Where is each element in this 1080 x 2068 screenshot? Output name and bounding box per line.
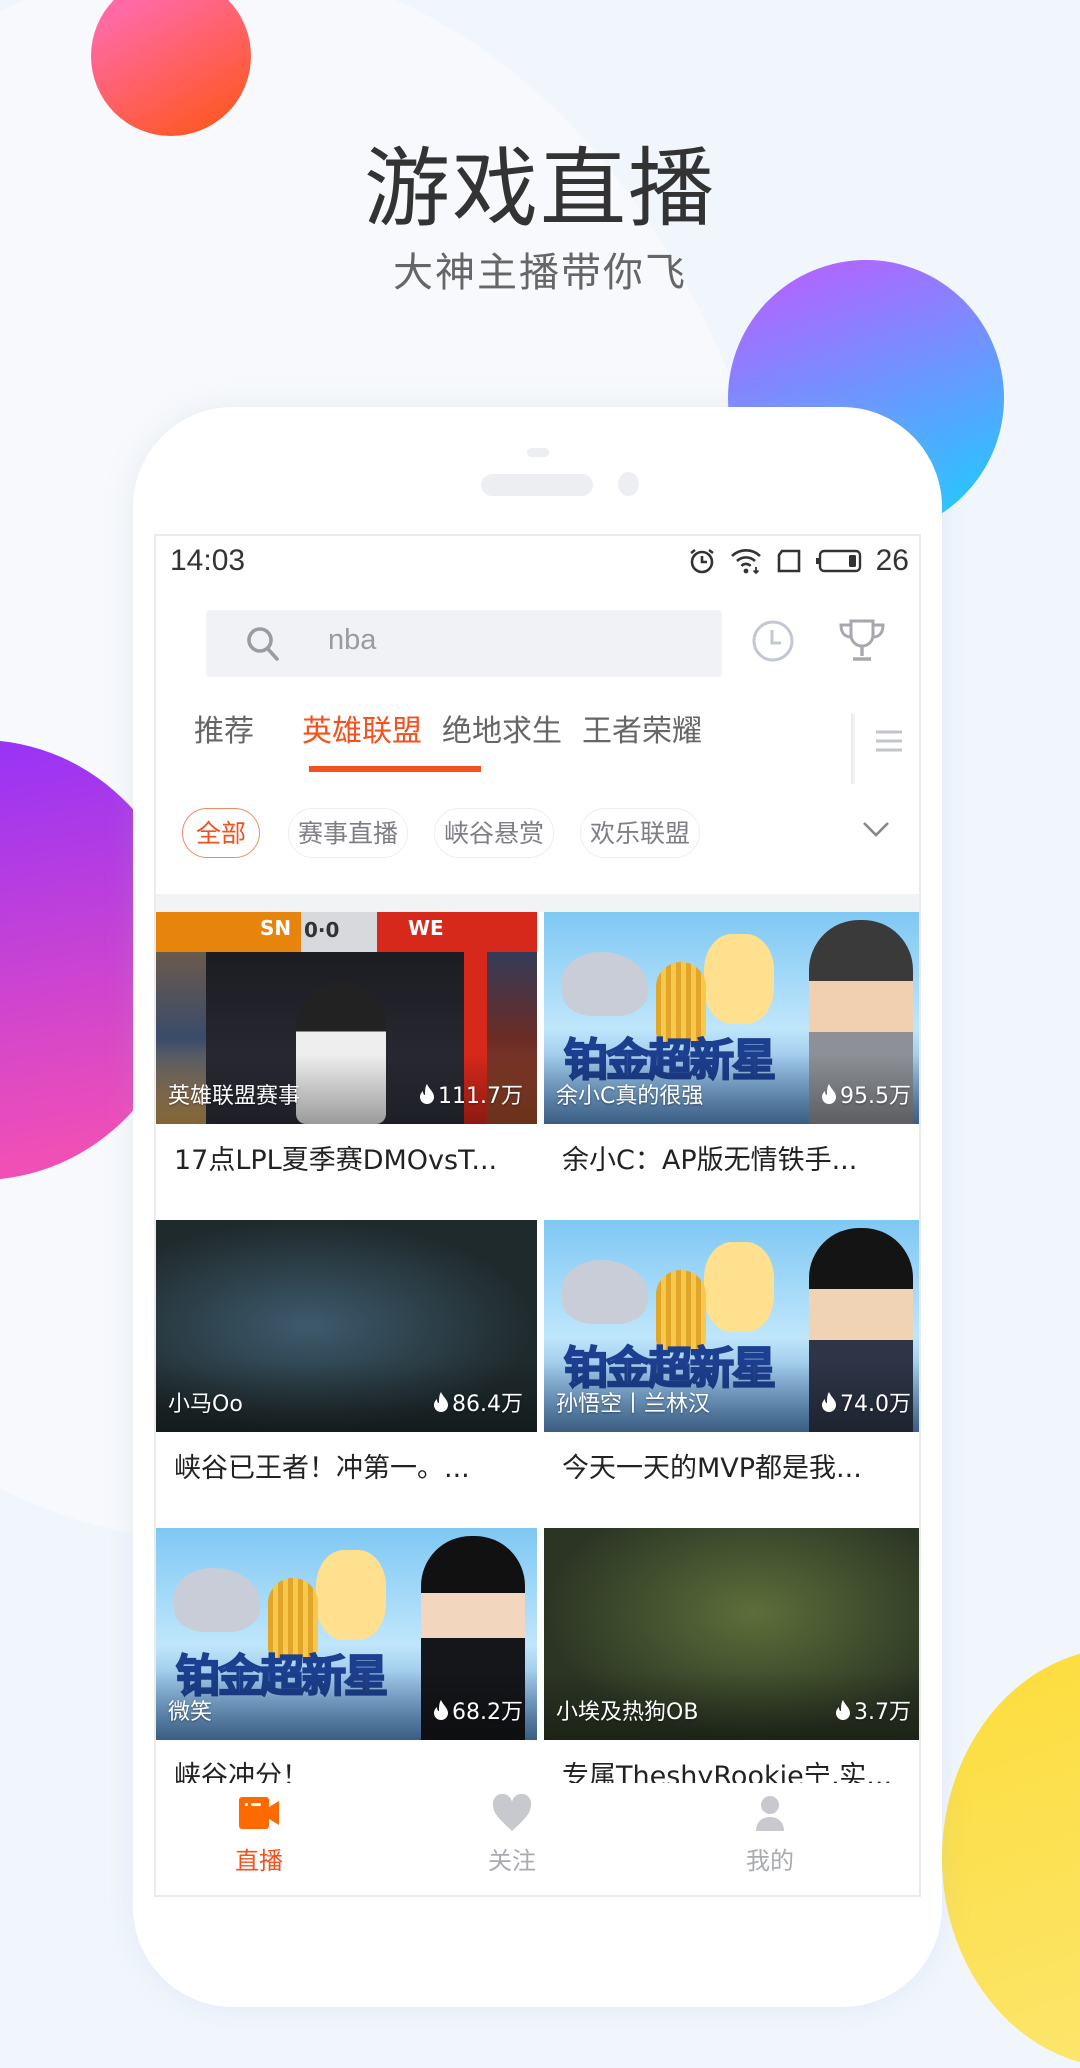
status-time: 14:03 xyxy=(170,544,246,577)
search-value: nba xyxy=(328,624,377,656)
view-count: 68.2万 xyxy=(434,1694,523,1726)
phone-camera xyxy=(618,472,639,496)
profile-icon xyxy=(756,1796,784,1831)
tab-pubg[interactable]: 绝地求生 xyxy=(442,706,562,750)
anchor-name: 英雄联盟赛事 xyxy=(168,1084,301,1109)
flame-icon xyxy=(822,1392,836,1412)
view-count: 86.4万 xyxy=(434,1386,523,1418)
stream-thumbnail: 铂金超新星 余小C真的很强 95.5万 xyxy=(544,912,919,1124)
stream-thumbnail: 铂金超新星 微笑 68.2万 xyxy=(156,1528,537,1740)
view-count: 95.5万 xyxy=(822,1078,911,1110)
nav-mine[interactable]: 我的 xyxy=(710,1793,830,1876)
team-right-label: WE xyxy=(408,916,444,940)
search-icon xyxy=(247,627,279,661)
filter-chips: 全部 赛事直播 峡谷悬赏 欢乐联盟 xyxy=(156,808,919,864)
battery-icon xyxy=(815,549,861,573)
chip-bounty[interactable]: 峡谷悬赏 xyxy=(434,808,554,858)
stream-title: 今天一天的MVP都是我... xyxy=(562,1453,862,1484)
thumbnail-art xyxy=(316,1550,386,1640)
phone-speaker xyxy=(481,474,593,496)
tab-recommend[interactable]: 推荐 xyxy=(194,706,254,750)
stream-card[interactable]: 铂金超新星 余小C真的很强 95.5万 余小C：AP版无情铁手... xyxy=(544,912,919,1222)
nav-mine-label: 我的 xyxy=(746,1847,794,1875)
status-bar: 14:03 26 xyxy=(156,536,919,586)
nav-live-label: 直播 xyxy=(235,1847,283,1875)
team-left-label: SN xyxy=(260,916,292,940)
clock-icon[interactable] xyxy=(750,618,796,664)
live-camera-icon xyxy=(239,1797,279,1829)
wifi-icon xyxy=(730,549,761,575)
tab-honor-of-kings[interactable]: 王者荣耀 xyxy=(582,706,702,750)
thumbnail-art xyxy=(704,934,774,1024)
decor-circle-yellow xyxy=(942,1648,1080,2068)
phone-sensor xyxy=(527,448,549,457)
active-tab-indicator xyxy=(309,766,481,772)
phone-screen: 14:03 26 nba 推荐 英雄联盟 绝地求生 王者荣耀 全部 赛事直播 峡… xyxy=(154,534,921,1897)
chip-tournament[interactable]: 赛事直播 xyxy=(288,808,408,858)
heart-icon xyxy=(492,1793,532,1831)
thumbnail-art xyxy=(562,1260,648,1324)
view-count: 111.7万 xyxy=(420,1078,523,1110)
alarm-icon xyxy=(689,549,714,574)
sim-icon xyxy=(777,549,800,573)
stream-card[interactable]: SN 0·0 WE 英雄联盟赛事 111.7万 17点LPL夏季赛DMOvsT.… xyxy=(156,912,537,1222)
chip-fun-league[interactable]: 欢乐联盟 xyxy=(580,808,700,858)
section-divider xyxy=(156,894,919,912)
anchor-name: 小马Oo xyxy=(168,1392,243,1417)
menu-icon[interactable] xyxy=(874,728,904,754)
stream-title: 余小C：AP版无情铁手... xyxy=(562,1145,858,1176)
anchor-name: 小埃及热狗OB xyxy=(556,1700,699,1725)
match-score: 0·0 xyxy=(304,918,340,942)
trophy-icon[interactable] xyxy=(836,618,888,664)
category-tabs: 推荐 英雄联盟 绝地求生 王者荣耀 xyxy=(156,706,919,784)
nav-live[interactable]: 直播 xyxy=(199,1793,319,1876)
battery-level: 26 xyxy=(875,544,909,577)
flame-icon xyxy=(434,1700,448,1720)
stream-thumbnail: 铂金超新星 孙悟空丨兰林汉 74.0万 xyxy=(544,1220,919,1432)
stream-title: 17点LPL夏季赛DMOvsT... xyxy=(174,1145,498,1176)
anchor-name: 微笑 xyxy=(168,1700,213,1725)
flame-icon xyxy=(822,1084,836,1104)
tab-league-of-legends[interactable]: 英雄联盟 xyxy=(302,706,422,750)
stream-title: 峡谷已王者！冲第一。... xyxy=(174,1453,470,1484)
nav-follow[interactable]: 关注 xyxy=(452,1793,572,1876)
search-row: nba xyxy=(156,608,919,678)
flame-icon xyxy=(434,1392,448,1412)
stream-thumbnail: 小马Oo 86.4万 xyxy=(156,1220,537,1432)
flame-icon xyxy=(836,1700,850,1720)
thumbnail-art xyxy=(174,1568,260,1632)
thumbnail-art xyxy=(704,1242,774,1332)
bottom-nav: 直播 关注 我的 xyxy=(156,1783,919,1895)
view-count: 3.7万 xyxy=(836,1694,911,1726)
chip-all[interactable]: 全部 xyxy=(182,808,260,858)
chevron-down-icon[interactable] xyxy=(862,820,890,838)
search-input[interactable]: nba xyxy=(206,610,722,677)
tab-divider xyxy=(851,714,855,784)
stream-card[interactable]: 小马Oo 86.4万 峡谷已王者！冲第一。... xyxy=(156,1220,537,1530)
stream-thumbnail: SN 0·0 WE 英雄联盟赛事 111.7万 xyxy=(156,912,537,1124)
view-count: 74.0万 xyxy=(822,1386,911,1418)
thumbnail-art xyxy=(562,952,648,1016)
promo-subline: 大神主播带你飞 xyxy=(393,250,687,296)
anchor-name: 余小C真的很强 xyxy=(556,1084,704,1109)
stream-card[interactable]: 铂金超新星 孙悟空丨兰林汉 74.0万 今天一天的MVP都是我... xyxy=(544,1220,919,1530)
stream-thumbnail: 小埃及热狗OB 3.7万 xyxy=(544,1528,919,1740)
nav-follow-label: 关注 xyxy=(488,1847,536,1875)
flame-icon xyxy=(420,1084,435,1104)
anchor-name: 孙悟空丨兰林汉 xyxy=(556,1392,711,1417)
promo-headline: 游戏直播 xyxy=(364,139,716,239)
